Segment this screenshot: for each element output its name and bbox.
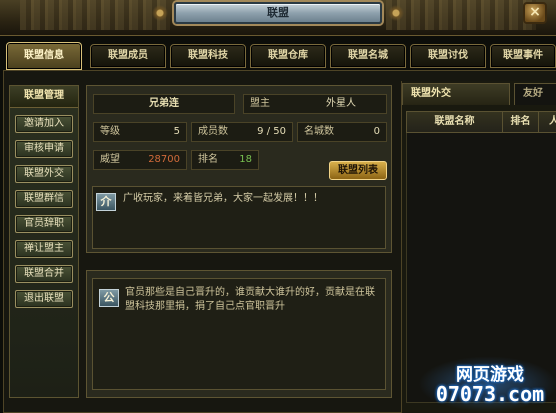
- intro-badge-icon: 介: [96, 193, 116, 211]
- tab-alliance-tech[interactable]: 联盟科技: [170, 44, 246, 68]
- tab-alliance-warehouse[interactable]: 联盟仓库: [250, 44, 326, 68]
- tab-alliance-cities[interactable]: 联盟名城: [330, 44, 406, 68]
- review-applications-button[interactable]: 审核申请: [15, 140, 73, 158]
- alliance-name: 兄弟连: [93, 94, 235, 114]
- leader-value: 外星人: [326, 98, 356, 109]
- alliance-list-button[interactable]: 联盟列表: [329, 161, 387, 180]
- tab-alliance-info[interactable]: 联盟信息: [6, 42, 82, 70]
- members-label: 成员数: [198, 126, 228, 137]
- members-value: 9 / 50: [257, 126, 286, 137]
- ornament-icon: [386, 4, 406, 22]
- close-button[interactable]: ×: [523, 2, 547, 24]
- cities-cell: 名城数 0: [297, 122, 387, 142]
- tab-alliance-campaign[interactable]: 联盟讨伐: [410, 44, 486, 68]
- level-cell: 等级 5: [93, 122, 187, 142]
- abdicate-leader-button[interactable]: 禅让盟主: [15, 240, 73, 258]
- window-title: 联盟: [174, 2, 382, 24]
- leave-alliance-button[interactable]: 退出联盟: [15, 290, 73, 308]
- sidebar-title: 联盟管理: [10, 86, 78, 108]
- tab-alliance-events[interactable]: 联盟事件: [490, 44, 556, 68]
- sidebar: 联盟管理 邀请加入 审核申请 联盟外交 联盟群信 官员辞职 禅让盟主 联盟合并 …: [9, 85, 79, 398]
- resign-officer-button[interactable]: 官员辞职: [15, 215, 73, 233]
- diplomacy-button[interactable]: 联盟外交: [15, 165, 73, 183]
- level-label: 等级: [100, 126, 120, 137]
- intro-box: 介 广收玩家，来着皆兄弟，大家一起发展！！！: [92, 186, 386, 249]
- tab-diplomacy[interactable]: 联盟外交: [402, 83, 510, 105]
- group-message-button[interactable]: 联盟群信: [15, 190, 73, 208]
- intro-text: 广收玩家，来着皆兄弟，大家一起发展！！！: [123, 193, 323, 204]
- column-alliance-name: 联盟名称: [407, 112, 503, 132]
- level-value: 5: [173, 126, 180, 137]
- announcement-text: 官员那些是自己晋升的，谁贡献大谁升的好，贡献是在联盟科技那里捐，捐了自己点官职晋…: [125, 287, 375, 312]
- window-titlebar: 联盟 ×: [0, 0, 556, 36]
- leader-cell: 盟主 外星人: [243, 94, 387, 114]
- members-cell: 成员数 9 / 50: [191, 122, 293, 142]
- column-members: 人: [549, 116, 556, 127]
- invite-button[interactable]: 邀请加入: [15, 115, 73, 133]
- prestige-label: 威望: [100, 154, 120, 165]
- cities-value: 0: [373, 126, 380, 137]
- ornament-icon: [150, 4, 170, 22]
- site-watermark: 网页游戏 07073.com: [418, 356, 556, 412]
- leader-label: 盟主: [250, 98, 270, 109]
- merge-alliance-button[interactable]: 联盟合并: [15, 265, 73, 283]
- diplomacy-table-header: 联盟名称 排名 人: [406, 111, 556, 133]
- announcement-panel: 公 官员那些是自己晋升的，谁贡献大谁升的好，贡献是在联盟科技那里捐，捐了自己点官…: [86, 270, 392, 398]
- prestige-value: 28700: [148, 154, 180, 165]
- titlebar-decoration-right: [386, 0, 536, 30]
- announcement-box: 公 官员那些是自己晋升的，谁贡献大谁升的好，贡献是在联盟科技那里捐，捐了自己点官…: [92, 278, 386, 390]
- rank-label: 排名: [198, 154, 218, 165]
- rank-cell: 排名 18: [191, 150, 259, 170]
- watermark-domain: 07073.com: [435, 382, 545, 406]
- prestige-cell: 威望 28700: [93, 150, 187, 170]
- titlebar-decoration-left: [20, 0, 170, 30]
- cities-label: 名城数: [304, 126, 334, 137]
- tab-bar: 联盟信息 联盟成员 联盟科技 联盟仓库 联盟名城 联盟讨伐 联盟事件: [6, 40, 556, 70]
- rank-value: 18: [239, 154, 252, 165]
- alliance-info-panel: 兄弟连 盟主 外星人 等级 5 成员数 9 / 50 名城数 0 威望 2870…: [86, 85, 392, 253]
- tab-alliance-members[interactable]: 联盟成员: [90, 44, 166, 68]
- announcement-badge-icon: 公: [99, 289, 119, 307]
- column-rank: 排名: [503, 112, 539, 132]
- tab-friendly[interactable]: 友好: [514, 83, 556, 105]
